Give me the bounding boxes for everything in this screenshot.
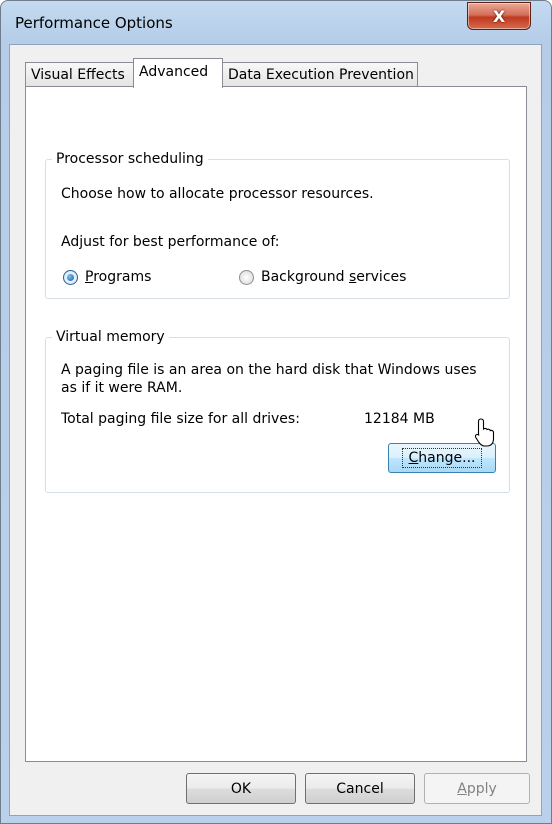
tab-label: Visual Effects	[31, 67, 125, 83]
advanced-tab-panel: Processor scheduling Choose how to alloc…	[25, 86, 527, 762]
close-button[interactable]: X	[467, 2, 531, 30]
programs-radio[interactable]: Programs	[63, 269, 151, 285]
ok-label: OK	[230, 780, 252, 797]
window-title: Performance Options	[15, 14, 173, 32]
dialog-client-area: Visual Effects Advanced Data Execution P…	[9, 44, 542, 816]
total-paging-label: Total paging file size for all drives:	[61, 411, 300, 427]
close-icon: X	[492, 6, 506, 26]
cancel-label: Cancel	[336, 780, 384, 797]
cancel-button[interactable]: Cancel	[305, 773, 415, 804]
programs-label: Programs	[85, 269, 152, 285]
apply-button[interactable]: Apply	[424, 773, 530, 804]
radio-unchecked-icon	[239, 269, 254, 285]
radio-checked-icon	[63, 269, 78, 285]
change-button-label: Change...	[401, 448, 483, 468]
total-paging-value: 12184 MB	[364, 411, 435, 427]
tab-label: Advanced	[139, 64, 209, 80]
tab-data-execution-prevention[interactable]: Data Execution Prevention	[222, 62, 418, 86]
virtual-memory-description-line1: A paging file is an area on the hard dis…	[61, 362, 477, 378]
virtual-memory-description-line2: as if it were RAM.	[61, 380, 183, 396]
processor-scheduling-description: Choose how to allocate processor resourc…	[61, 186, 374, 202]
ok-button[interactable]: OK	[186, 773, 296, 804]
mouse-pointer-icon	[474, 418, 495, 447]
adjust-performance-label: Adjust for best performance of:	[61, 234, 280, 250]
apply-label: Apply	[457, 780, 497, 797]
performance-options-window: Performance Options X Visual Effects Adv…	[0, 0, 552, 824]
background-services-label: Background services	[261, 269, 407, 285]
tab-advanced[interactable]: Advanced	[133, 58, 223, 88]
tab-label: Data Execution Prevention	[228, 67, 414, 83]
tab-visual-effects[interactable]: Visual Effects	[25, 62, 135, 86]
virtual-memory-legend: Virtual memory	[56, 329, 165, 345]
background-services-radio[interactable]: Background services	[239, 269, 406, 285]
processor-scheduling-legend: Processor scheduling	[56, 151, 204, 167]
